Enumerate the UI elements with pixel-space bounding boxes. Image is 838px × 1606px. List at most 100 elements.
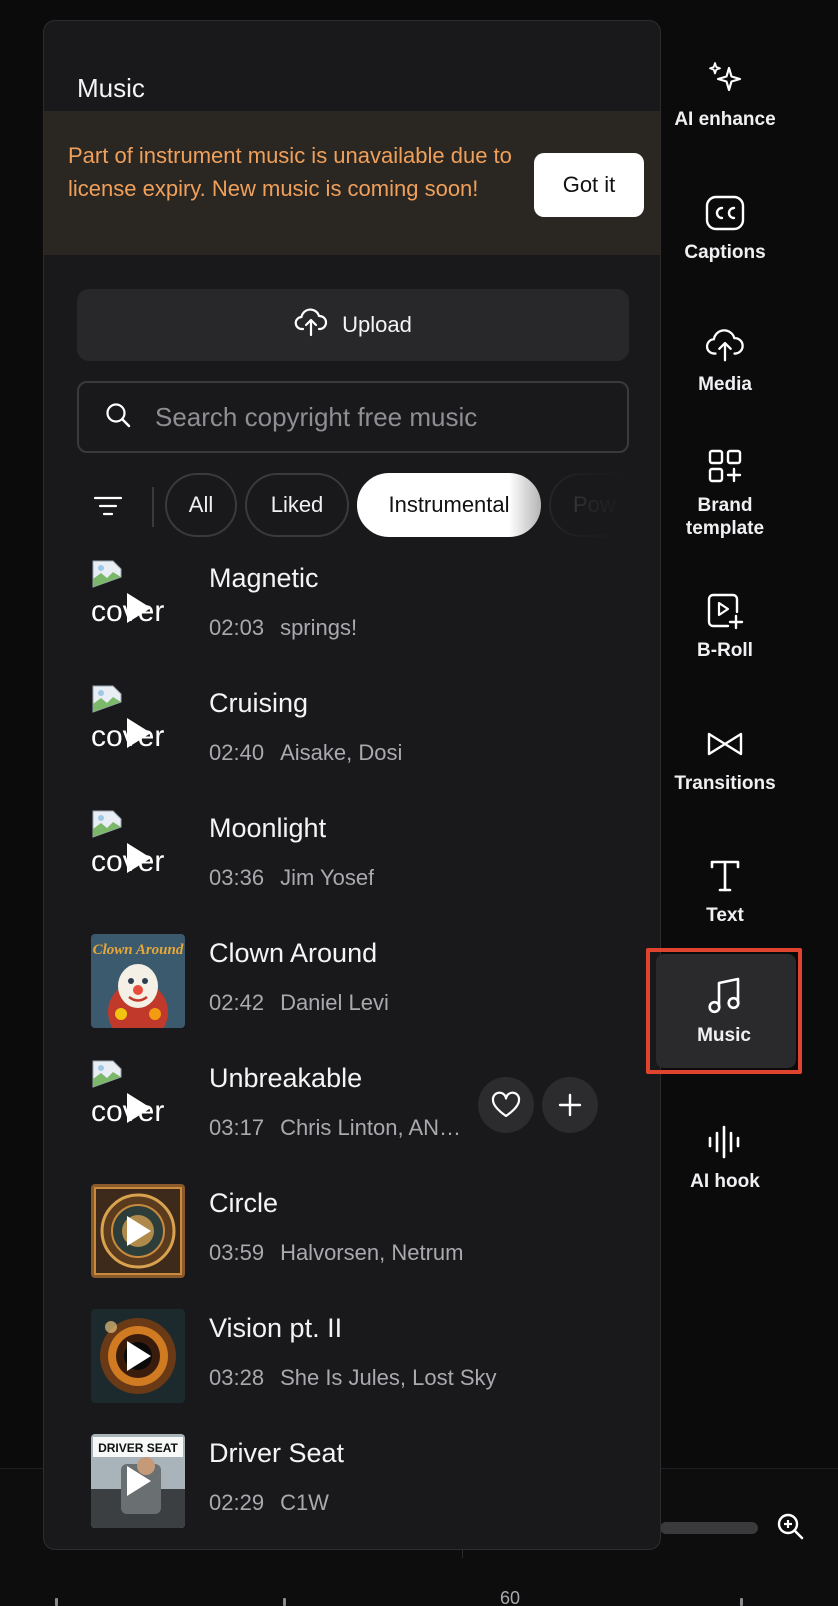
- track-title: Clown Around: [209, 938, 378, 968]
- track-duration: 03:36: [209, 865, 265, 890]
- track-title: Unbreakable: [209, 1063, 363, 1093]
- track-meta: 02:40 Aisake, Dosi: [209, 740, 402, 766]
- rail-ai-hook[interactable]: AI hook: [655, 1097, 795, 1217]
- track-cover[interactable]: cover: [91, 684, 185, 778]
- editor-screen: 60 Music Part of instrument music is una…: [0, 0, 838, 1606]
- upload-label: Upload: [342, 312, 412, 337]
- track-duration: 02:29: [209, 1490, 265, 1515]
- tool-rail: AI enhance Captions Media Brand template: [646, 0, 838, 1460]
- track-meta: 03:28 She Is Jules, Lost Sky: [209, 1365, 497, 1391]
- track-row[interactable]: cover Cruising 02:40 Aisake, Dosi: [44, 674, 660, 799]
- track-cover[interactable]: Clown Around: [91, 934, 185, 1028]
- sparkles-icon: [705, 60, 745, 100]
- track-actions: [478, 1077, 598, 1133]
- rail-label: Text: [706, 904, 744, 926]
- rail-ai-enhance[interactable]: AI enhance: [655, 35, 795, 155]
- add-button[interactable]: [542, 1077, 598, 1133]
- got-it-button[interactable]: Got it: [534, 153, 644, 217]
- track-artist: Daniel Levi: [280, 990, 389, 1015]
- track-artist: Halvorsen, Netrum: [280, 1240, 464, 1265]
- zoom-slider[interactable]: [660, 1522, 758, 1534]
- rail-label: Media: [698, 373, 752, 395]
- rail-text[interactable]: Text: [655, 831, 795, 951]
- ruler-tick: [283, 1598, 286, 1606]
- track-artist: Jim Yosef: [280, 865, 375, 890]
- rail-b-roll[interactable]: B-Roll: [655, 566, 795, 686]
- rail-label: Transitions: [674, 772, 776, 794]
- chip-instrumental[interactable]: Instrumental: [357, 473, 541, 537]
- search-field[interactable]: [77, 381, 629, 453]
- track-row[interactable]: Circle 03:59 Halvorsen, Netrum: [44, 1174, 660, 1299]
- play-icon: [127, 718, 151, 748]
- track-artist: C1W: [280, 1490, 329, 1515]
- music-note-icon: [704, 976, 744, 1016]
- waveform-icon: [705, 1122, 745, 1162]
- track-meta: 02:42 Daniel Levi: [209, 990, 389, 1016]
- track-cover[interactable]: cover: [91, 559, 185, 653]
- track-meta: 02:03 springs!: [209, 615, 357, 641]
- panel-title: Music: [77, 73, 145, 103]
- rail-label: Captions: [684, 241, 766, 263]
- track-duration: 03:59: [209, 1240, 265, 1265]
- track-cover[interactable]: cover: [91, 809, 185, 903]
- track-row[interactable]: cover Unbreakable 03:17 Chris Linton, AN…: [44, 1049, 660, 1174]
- rail-brand-template[interactable]: Brand template: [655, 433, 795, 553]
- search-icon: [105, 402, 131, 433]
- broken-image-icon: [92, 810, 122, 838]
- play-icon: [127, 1466, 151, 1496]
- ruler-label: 60: [500, 1588, 521, 1606]
- track-cover[interactable]: [91, 1309, 185, 1403]
- track-duration: 02:42: [209, 990, 265, 1015]
- track-row[interactable]: DRIVER SEAT Driver Seat 02:29 C1W: [44, 1424, 660, 1549]
- track-title: Moonlight: [209, 813, 327, 843]
- search-input[interactable]: [155, 401, 615, 433]
- broken-image-icon: [92, 685, 122, 713]
- plus-icon: [558, 1093, 582, 1117]
- filter-icon[interactable]: [91, 489, 125, 523]
- cover-text: Clown Around: [93, 942, 184, 958]
- ruler-tick: [55, 1598, 58, 1606]
- cloud-upload-icon: [705, 325, 745, 365]
- chip-liked[interactable]: Liked: [245, 473, 349, 537]
- track-cover[interactable]: cover: [91, 1059, 185, 1153]
- broken-image-icon: [92, 1060, 122, 1088]
- chip-pow[interactable]: Pow: [549, 473, 629, 537]
- track-title: Driver Seat: [209, 1438, 345, 1468]
- filter-chips: All Liked Instrumental Pow: [77, 473, 629, 539]
- cloud-upload-icon: [294, 307, 328, 343]
- track-meta: 03:36 Jim Yosef: [209, 865, 374, 891]
- filter-separator: [152, 487, 154, 527]
- track-meta: 03:59 Halvorsen, Netrum: [209, 1240, 463, 1266]
- rail-captions[interactable]: Captions: [655, 168, 795, 288]
- play-icon: [127, 1216, 151, 1246]
- zoom-in-icon[interactable]: [774, 1510, 806, 1542]
- track-title: Magnetic: [209, 563, 319, 593]
- notice-text: Part of instrument music is unavailable …: [68, 143, 512, 201]
- clown-cover-art: Clown Around: [91, 934, 185, 1028]
- rail-transitions[interactable]: Transitions: [655, 699, 795, 819]
- track-cover[interactable]: DRIVER SEAT: [91, 1434, 185, 1528]
- rail-label: AI hook: [690, 1170, 760, 1192]
- track-artist: Aisake, Dosi: [280, 740, 403, 765]
- like-button[interactable]: [478, 1077, 534, 1133]
- track-row[interactable]: Clown Around Clown Around 02:42 Daniel Le…: [44, 924, 660, 1049]
- track-row[interactable]: cover Magnetic 02:03 springs!: [44, 549, 660, 674]
- heart-icon: [491, 1091, 521, 1118]
- rail-media[interactable]: Media: [655, 300, 795, 420]
- play-icon: [127, 1341, 151, 1371]
- track-meta: 03:17 Chris Linton, AN…: [209, 1115, 461, 1141]
- track-row[interactable]: Vision pt. II 03:28 She Is Jules, Lost Sk…: [44, 1299, 660, 1424]
- track-artist: She Is Jules, Lost Sky: [280, 1365, 497, 1390]
- license-notice: Part of instrument music is unavailable …: [44, 111, 660, 255]
- rail-music[interactable]: Music: [646, 948, 802, 1074]
- video-plus-icon: [705, 591, 745, 631]
- track-duration: 02:03: [209, 615, 265, 640]
- track-cover[interactable]: [91, 1184, 185, 1278]
- chip-all[interactable]: All: [165, 473, 237, 537]
- track-row[interactable]: cover Moonlight 03:36 Jim Yosef: [44, 799, 660, 924]
- rail-label: Brand template: [685, 495, 765, 539]
- ruler-tick: [740, 1598, 743, 1606]
- upload-button[interactable]: Upload: [77, 289, 629, 361]
- track-title: Vision pt. II: [209, 1313, 343, 1343]
- transition-icon: [705, 724, 745, 764]
